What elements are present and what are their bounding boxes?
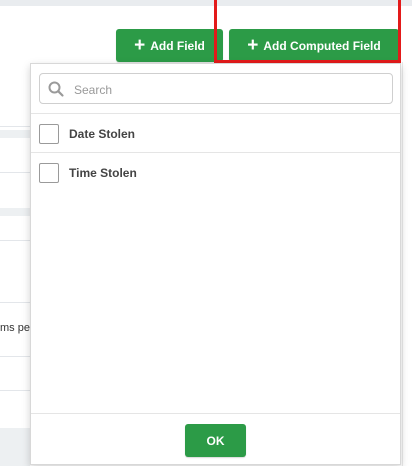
option-label: Date Stolen xyxy=(69,127,136,141)
option-date-stolen[interactable]: Date Stolen xyxy=(39,122,135,146)
list-divider xyxy=(31,113,400,114)
add-field-label: Add Field xyxy=(150,38,205,53)
background-divider xyxy=(0,356,30,357)
background-band xyxy=(0,130,30,138)
option-label: Time Stolen xyxy=(69,166,137,180)
highlight-box xyxy=(214,0,401,63)
search-box xyxy=(39,73,393,104)
footer-divider xyxy=(31,413,400,414)
ok-button[interactable]: OK xyxy=(185,424,246,457)
background-divider xyxy=(0,302,30,303)
checkbox[interactable] xyxy=(39,163,59,183)
computed-field-dropdown: Date Stolen Time Stolen OK xyxy=(30,63,401,465)
search-icon xyxy=(48,81,64,97)
background-right-border xyxy=(402,62,403,466)
background-divider xyxy=(0,126,30,127)
background-divider xyxy=(0,390,30,391)
background-truncated-text: ms pe xyxy=(0,322,30,334)
background-divider xyxy=(0,172,30,173)
option-time-stolen[interactable]: Time Stolen xyxy=(39,161,137,185)
background-band xyxy=(0,428,30,466)
search-input[interactable] xyxy=(72,76,386,103)
checkbox[interactable] xyxy=(39,124,59,144)
add-field-button[interactable]: + Add Field xyxy=(116,29,223,62)
plus-icon: + xyxy=(134,34,146,56)
background-band xyxy=(0,208,30,216)
background-divider xyxy=(0,240,30,241)
list-divider xyxy=(31,152,400,153)
